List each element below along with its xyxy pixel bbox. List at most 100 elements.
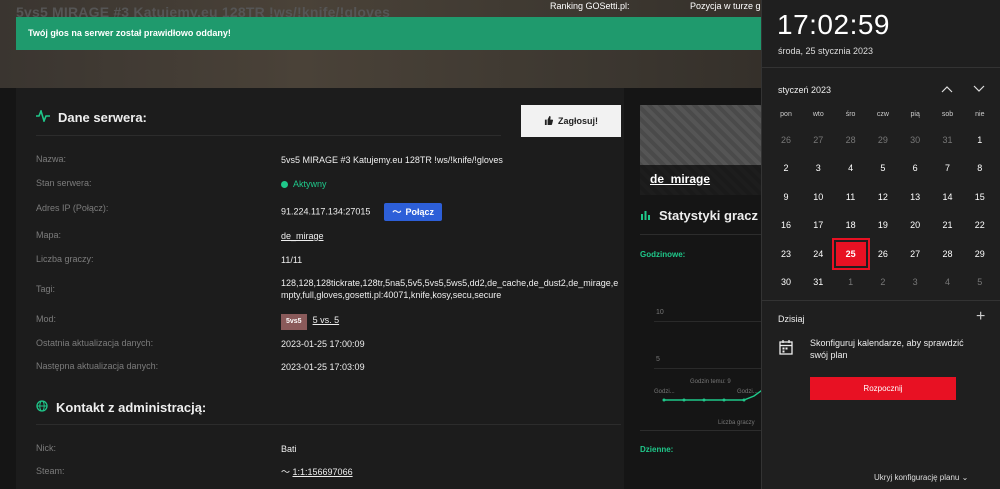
calendar-day[interactable]: 15 bbox=[965, 185, 995, 209]
calendar-day[interactable]: 6 bbox=[900, 156, 930, 180]
calendar-day[interactable]: 2 bbox=[771, 156, 801, 180]
map-label: Mapa: bbox=[36, 230, 62, 240]
pulse-icon bbox=[36, 108, 50, 125]
calendar-day[interactable]: 10 bbox=[803, 185, 833, 209]
players-label: Liczba graczy: bbox=[36, 254, 94, 264]
calendar-day[interactable]: 22 bbox=[965, 213, 995, 237]
mod-link[interactable]: 5 vs. 5 bbox=[313, 315, 340, 325]
today-label: Dzisiaj bbox=[778, 314, 805, 324]
calendar-day[interactable]: 29 bbox=[868, 128, 898, 152]
calendar-day[interactable]: 8 bbox=[965, 156, 995, 180]
ip-label: Adres IP (Połącz): bbox=[36, 203, 109, 213]
chevron-up-icon bbox=[941, 86, 953, 93]
tags-label: Tagi: bbox=[36, 284, 56, 294]
calendar-day[interactable]: 17 bbox=[803, 213, 833, 237]
calendar-day[interactable]: 12 bbox=[868, 185, 898, 209]
calendar-day[interactable]: 20 bbox=[900, 213, 930, 237]
calendar-day[interactable]: 19 bbox=[868, 213, 898, 237]
calendar-day[interactable]: 24 bbox=[803, 242, 833, 266]
calendar-day[interactable]: 14 bbox=[933, 185, 963, 209]
calendar-day[interactable]: 1 bbox=[836, 270, 866, 294]
calendar-day[interactable]: 23 bbox=[771, 242, 801, 266]
chevron-down-icon: ⌄ bbox=[961, 473, 969, 482]
calendar-month[interactable]: styczeń 2023 bbox=[778, 85, 831, 95]
calendar-day[interactable]: 4 bbox=[933, 270, 963, 294]
calendar-day[interactable]: 18 bbox=[836, 213, 866, 237]
next-update-value: 2023-01-25 17:03:09 bbox=[281, 362, 365, 372]
calendar-day[interactable]: 28 bbox=[933, 242, 963, 266]
globe-icon bbox=[36, 400, 48, 415]
vote-button[interactable]: Zagłosuj! bbox=[521, 105, 621, 137]
contact-heading-text: Kontakt z administracją: bbox=[56, 400, 207, 415]
weekday-header: pią bbox=[910, 111, 920, 118]
connect-button[interactable]: 〜 Połącz bbox=[384, 203, 442, 221]
mod-label: Mod: bbox=[36, 314, 57, 324]
stats-heading-text: Statystyki gracz bbox=[659, 208, 758, 223]
map-card-title[interactable]: de_mirage bbox=[650, 172, 710, 186]
map-value[interactable]: de_mirage bbox=[281, 230, 621, 242]
tick-10: 10 bbox=[656, 309, 664, 316]
ranking-label: Ranking GOSetti.pl: bbox=[550, 1, 630, 11]
name-label: Nazwa: bbox=[36, 154, 67, 164]
start-button[interactable]: Rozpocznij bbox=[810, 377, 956, 400]
position-label: Pozycja w turze g bbox=[690, 1, 761, 11]
steam-label: Steam: bbox=[36, 466, 65, 476]
hide-plan-button[interactable]: Ukryj konfigurację planu ⌄ bbox=[874, 473, 968, 482]
calendar-day[interactable]: 2 bbox=[868, 270, 898, 294]
daily-label: Dzienne: bbox=[640, 445, 674, 454]
calendar-day[interactable]: 21 bbox=[933, 213, 963, 237]
divider bbox=[762, 300, 1000, 301]
divider bbox=[640, 234, 761, 235]
calendar-day[interactable]: 31 bbox=[933, 128, 963, 152]
calendar-day[interactable]: 29 bbox=[965, 242, 995, 266]
hourly-label: Godzinowe: bbox=[640, 250, 686, 259]
calendar-day[interactable]: 27 bbox=[900, 242, 930, 266]
calendar-day[interactable]: 28 bbox=[836, 128, 866, 152]
map-card[interactable]: de_mirage bbox=[640, 105, 765, 195]
wave-icon: 〜 bbox=[392, 207, 402, 217]
clock-date[interactable]: środa, 25 stycznia 2023 bbox=[778, 46, 873, 56]
connect-label: Połącz bbox=[405, 207, 434, 217]
last-update-label: Ostatnia aktualizacja danych: bbox=[36, 338, 154, 348]
calendar-day[interactable]: 26 bbox=[771, 128, 801, 152]
steam-value: 〜 1:1:156697066 bbox=[281, 466, 621, 478]
weekday-header: czw bbox=[876, 111, 889, 118]
divider bbox=[36, 424, 621, 425]
calendar-day[interactable]: 31 bbox=[803, 270, 833, 294]
next-month-button[interactable] bbox=[970, 80, 988, 98]
status-dot-icon bbox=[281, 181, 288, 188]
divider bbox=[36, 135, 501, 136]
calendar-day[interactable]: 13 bbox=[900, 185, 930, 209]
calendar-day[interactable]: 3 bbox=[900, 270, 930, 294]
calendar-day[interactable]: 30 bbox=[771, 270, 801, 294]
map-link[interactable]: de_mirage bbox=[281, 231, 324, 241]
calendar-day[interactable]: 26 bbox=[868, 242, 898, 266]
divider bbox=[640, 430, 761, 431]
weekday-header: pon bbox=[780, 111, 792, 118]
steam-link[interactable]: 1:1:156697066 bbox=[293, 467, 353, 477]
calendar-day[interactable]: 4 bbox=[836, 156, 866, 180]
chevron-down-icon bbox=[973, 85, 985, 92]
steam-icon: 〜 bbox=[281, 467, 293, 477]
stats-heading: Statystyki gracz bbox=[640, 208, 758, 223]
calendar-day[interactable]: 30 bbox=[900, 128, 930, 152]
calendar-day[interactable]: 3 bbox=[803, 156, 833, 180]
bar-chart-icon bbox=[640, 208, 651, 223]
calendar-day[interactable]: 5 bbox=[868, 156, 898, 180]
calendar-day[interactable]: 5 bbox=[965, 270, 995, 294]
calendar-day[interactable]: 11 bbox=[836, 185, 866, 209]
tick-5: 5 bbox=[656, 356, 660, 363]
thumbs-up-icon bbox=[544, 115, 554, 127]
prev-month-button[interactable] bbox=[938, 80, 956, 98]
ip-text[interactable]: 91.224.117.134:27015 bbox=[281, 206, 370, 216]
calendar-day-today[interactable]: 25 bbox=[831, 237, 870, 270]
calendar-day[interactable]: 16 bbox=[771, 213, 801, 237]
status-label: Stan serwera: bbox=[36, 178, 92, 188]
calendar-day[interactable]: 9 bbox=[771, 185, 801, 209]
server-details-card: Dane serwera: Zagłosuj! Nazwa: 5vs5 MIRA… bbox=[16, 88, 624, 489]
tags-value: 128,128,128tickrate,128tr,5na5,5v5,5vs5,… bbox=[281, 278, 619, 300]
calendar-day[interactable]: 7 bbox=[933, 156, 963, 180]
calendar-day[interactable]: 27 bbox=[803, 128, 833, 152]
calendar-day[interactable]: 1 bbox=[965, 128, 995, 152]
add-event-button[interactable]: + bbox=[976, 308, 985, 326]
